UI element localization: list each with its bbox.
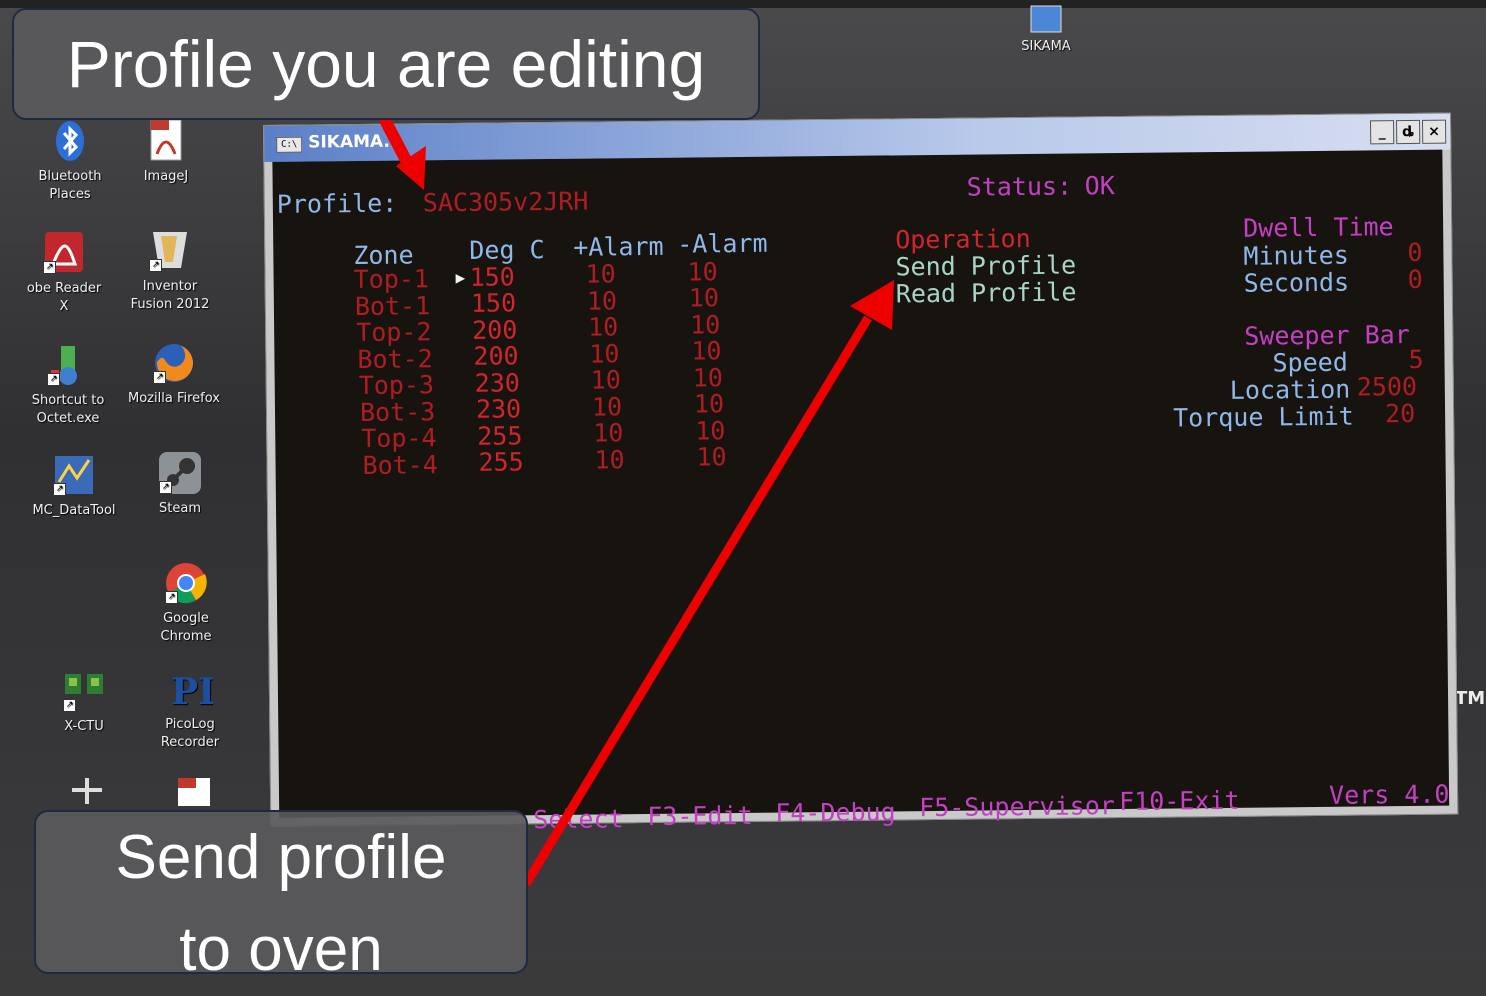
callout-send-line1: Send profile xyxy=(115,823,447,892)
callout-profile-editing: Profile you are editing xyxy=(12,8,760,120)
callout-send-line2: to oven xyxy=(179,915,383,984)
callout-send-profile: Send profile to oven xyxy=(34,810,528,984)
arrow-to-send-profile xyxy=(522,315,872,887)
arrow-head-send-profile xyxy=(850,280,894,330)
callout-profile-text: Profile you are editing xyxy=(66,27,706,101)
